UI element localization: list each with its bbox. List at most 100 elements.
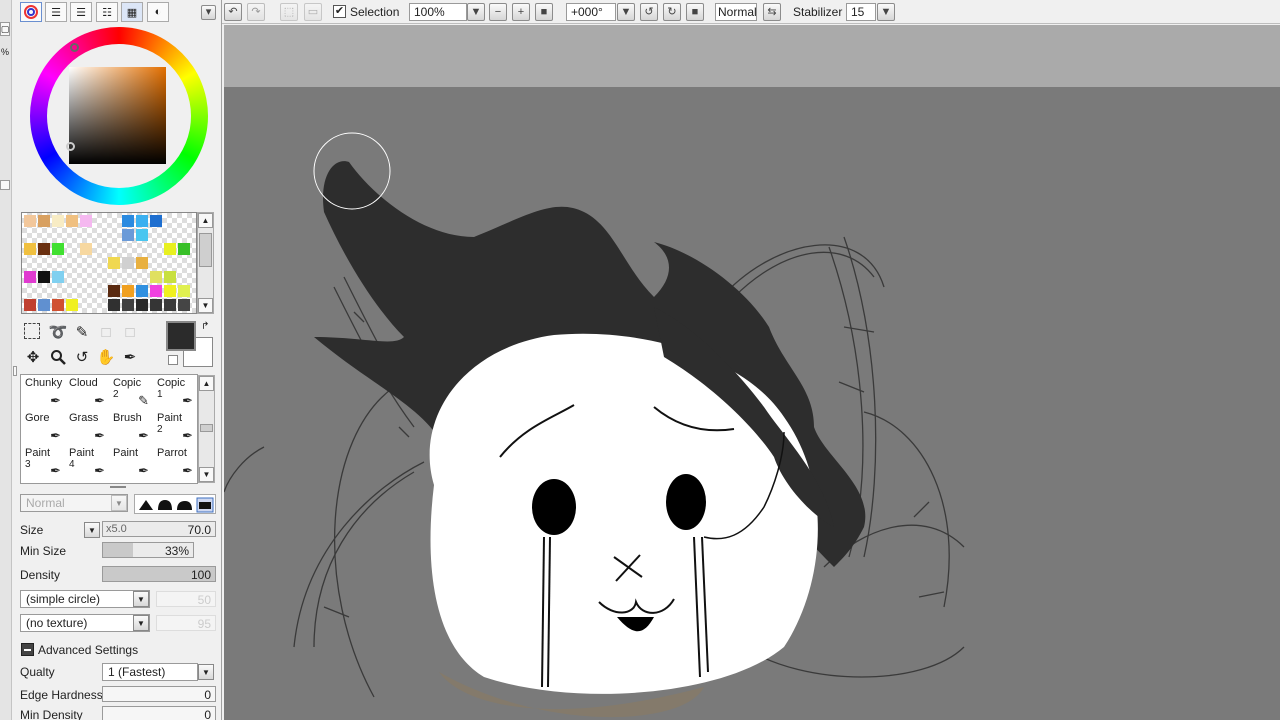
- scroll-down-button[interactable]: ▼: [198, 298, 213, 313]
- swatch[interactable]: [66, 215, 78, 227]
- brush-item[interactable]: Chunky ✒: [21, 375, 65, 409]
- lasso-tool[interactable]: ➰: [48, 322, 68, 342]
- swatch[interactable]: [136, 285, 148, 297]
- size-multiplier-button[interactable]: ▼: [84, 522, 100, 538]
- shape-strength-slider[interactable]: 50: [156, 591, 216, 607]
- rotate-cw-button[interactable]: ↻: [663, 3, 681, 21]
- sv-marker[interactable]: [66, 142, 75, 151]
- swatch[interactable]: [38, 299, 50, 311]
- edge-hardness-slider[interactable]: 0: [102, 686, 216, 702]
- swatch[interactable]: [178, 243, 190, 255]
- magic-wand-tool[interactable]: ✎: [72, 322, 92, 342]
- zoom-dropdown-button[interactable]: ▼: [467, 3, 485, 21]
- canvas-workspace[interactable]: [224, 25, 1280, 720]
- saturation-value-square[interactable]: [69, 67, 166, 164]
- rectangle-select-tool[interactable]: [24, 323, 40, 339]
- swatch[interactable]: [108, 285, 120, 297]
- size-slider[interactable]: x5.0 70.0: [102, 521, 216, 537]
- brush-item[interactable]: Paint 4 ✒: [65, 445, 109, 479]
- swatch[interactable]: [122, 215, 134, 227]
- zoom-in-button[interactable]: +: [512, 3, 530, 21]
- swap-colors-icon[interactable]: ↱: [201, 321, 209, 332]
- scratchpad-tab[interactable]: ◐: [147, 2, 169, 22]
- strip-button-2[interactable]: [0, 180, 10, 190]
- texture-strength-slider[interactable]: 95: [156, 615, 216, 631]
- scroll-up-button[interactable]: ▲: [199, 376, 214, 391]
- swatch[interactable]: [24, 215, 36, 227]
- brush-item[interactable]: Brush ✒: [109, 410, 153, 444]
- rotation-dropdown-button[interactable]: ▼: [617, 3, 635, 21]
- brush-blend-dropdown-button[interactable]: ▼: [111, 495, 127, 511]
- grid-resize-handle[interactable]: [110, 486, 126, 490]
- swatch[interactable]: [150, 299, 162, 311]
- invert-selection-button[interactable]: ▭: [304, 3, 322, 21]
- swatch[interactable]: [150, 285, 162, 297]
- scroll-down-button[interactable]: ▼: [199, 467, 214, 482]
- reset-colors-icon[interactable]: [168, 355, 178, 365]
- hand-tool[interactable]: ✋: [96, 347, 116, 367]
- zoom-out-button[interactable]: −: [489, 3, 507, 21]
- swatch[interactable]: [136, 257, 148, 269]
- swatch[interactable]: [38, 215, 50, 227]
- swatch[interactable]: [164, 271, 176, 283]
- rotate-tool[interactable]: ↺: [72, 347, 92, 367]
- zoom-tool[interactable]: [48, 347, 68, 367]
- redo-button[interactable]: ↷: [247, 3, 265, 21]
- swatch[interactable]: [38, 271, 50, 283]
- swatch[interactable]: [150, 215, 162, 227]
- flip-view-button[interactable]: ⇆: [763, 3, 781, 21]
- swatch[interactable]: [122, 229, 134, 241]
- brush-texture-select[interactable]: (no texture): [20, 614, 150, 632]
- color-swatches[interactable]: [21, 212, 197, 314]
- swatch[interactable]: [24, 299, 36, 311]
- swatch[interactable]: [136, 215, 148, 227]
- density-slider[interactable]: 100: [102, 566, 216, 582]
- swatch[interactable]: [122, 257, 134, 269]
- swatch[interactable]: [150, 271, 162, 283]
- swatch[interactable]: [136, 229, 148, 241]
- move-tool[interactable]: ✥: [23, 347, 43, 367]
- swatch[interactable]: [178, 299, 190, 311]
- brush-grid-scrollbar[interactable]: ▲ ▼: [198, 375, 215, 483]
- brush-shape-select[interactable]: (simple circle): [20, 590, 150, 608]
- brush-texture-dropdown-button[interactable]: ▼: [133, 615, 149, 631]
- strip-button[interactable]: ▢: [0, 22, 10, 36]
- eyedropper-tool[interactable]: ✒: [120, 347, 140, 367]
- min-density-slider[interactable]: 0: [102, 706, 216, 720]
- foreground-color-swatch[interactable]: [166, 321, 196, 351]
- drawing-canvas[interactable]: [224, 87, 1280, 720]
- zoom-reset-button[interactable]: ■: [535, 3, 553, 21]
- swatch[interactable]: [24, 271, 36, 283]
- view-mode-field[interactable]: Normal: [715, 3, 757, 21]
- panel-splitter[interactable]: [13, 366, 17, 376]
- mixer-tab[interactable]: ☷: [96, 2, 118, 22]
- swatches-scrollbar[interactable]: ▲ ▼: [197, 212, 214, 314]
- advanced-collapse-toggle[interactable]: [21, 643, 34, 656]
- brush-shape-dropdown-button[interactable]: ▼: [133, 591, 149, 607]
- panel-menu-button[interactable]: ▾: [201, 5, 216, 20]
- swatch[interactable]: [66, 299, 78, 311]
- swatches-tab[interactable]: ▦: [121, 2, 143, 22]
- swatch[interactable]: [52, 215, 64, 227]
- brush-item[interactable]: Cloud ✒: [65, 375, 109, 409]
- brush-item[interactable]: Copic 2 ✎: [109, 375, 153, 409]
- swatch[interactable]: [164, 285, 176, 297]
- swatch[interactable]: [52, 271, 64, 283]
- swatch[interactable]: [164, 299, 176, 311]
- stabilizer-dropdown-button[interactable]: ▼: [877, 3, 895, 21]
- swatch[interactable]: [80, 243, 92, 255]
- quality-select[interactable]: 1 (Fastest): [102, 663, 198, 681]
- rotate-ccw-button[interactable]: ↺: [640, 3, 658, 21]
- stabilizer-field[interactable]: 15: [846, 3, 876, 21]
- swatch[interactable]: [52, 299, 64, 311]
- rotation-field[interactable]: +000°: [566, 3, 616, 21]
- brush-item[interactable]: Parrot ✒: [153, 445, 197, 479]
- hue-marker[interactable]: [70, 43, 79, 52]
- swatch[interactable]: [80, 215, 92, 227]
- brush-item[interactable]: Gore ✒: [21, 410, 65, 444]
- swatch[interactable]: [164, 243, 176, 255]
- swatch[interactable]: [108, 299, 120, 311]
- swatch[interactable]: [108, 257, 120, 269]
- undo-button[interactable]: ↶: [224, 3, 242, 21]
- brush-item[interactable]: Grass ✒: [65, 410, 109, 444]
